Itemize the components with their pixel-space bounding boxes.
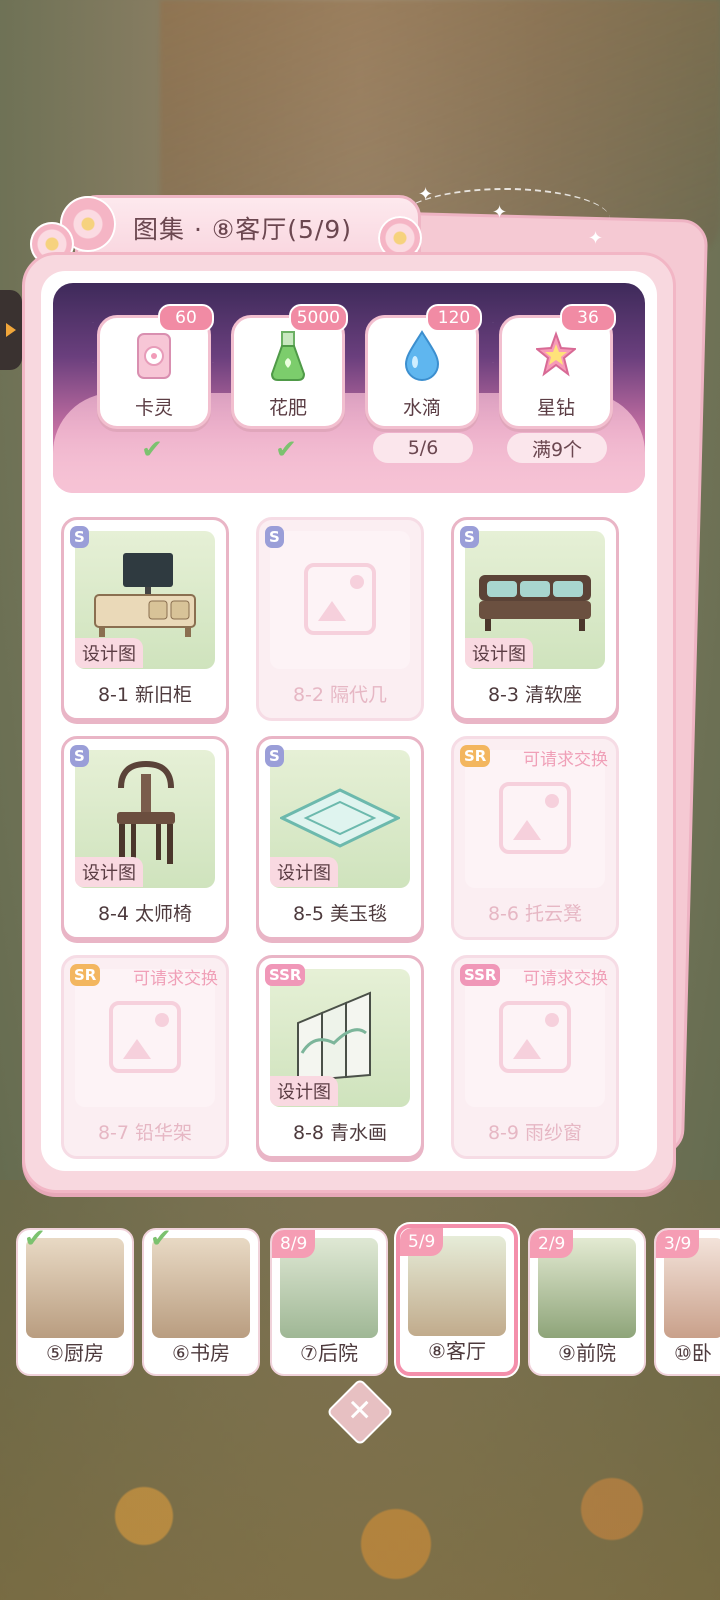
room-tab-front-yard[interactable]: 2/9 ⑨前院 (528, 1228, 646, 1376)
material-count: 5000 (288, 304, 348, 332)
material-label: 水滴 (402, 397, 441, 419)
material-label: 卡灵 (134, 397, 173, 419)
material-progress: 5/6 (373, 433, 473, 463)
blueprint-tag: 设计图 (75, 857, 143, 887)
blueprint-tag: 设计图 (270, 1076, 338, 1106)
room-name: ⑩卧 (674, 1341, 712, 1365)
item-card-8-7[interactable]: SR 可请求交换 8-7 铅华架 (61, 955, 229, 1159)
material-count: 120 (426, 304, 482, 332)
room-progress-badge: 5/9 (400, 1228, 444, 1256)
fertilizer-flask-icon (270, 331, 306, 381)
rug-icon (280, 788, 400, 848)
rarity-badge: S (265, 745, 284, 767)
rarity-badge: S (70, 745, 89, 767)
background-flowers (0, 1460, 720, 1600)
sparkle-star-icon: ✦ (588, 228, 604, 249)
item-name: 8-3 清软座 (487, 684, 583, 706)
check-icon: ✔ (24, 1224, 46, 1254)
material-count: 60 (158, 304, 214, 332)
room-tab-study[interactable]: ✔ ⑥书房 (142, 1224, 260, 1376)
room-name: ⑥书房 (172, 1341, 230, 1365)
item-name: 8-2 隔代几 (292, 684, 388, 706)
material-label: 星钻 (536, 397, 575, 419)
item-name: 8-9 雨纱窗 (487, 1122, 583, 1144)
rarity-badge: S (70, 526, 89, 548)
check-icon: ✔ (275, 435, 297, 465)
item-image (75, 969, 215, 1107)
sparkle-star-icon: ✦ (492, 202, 508, 223)
rarity-badge: SSR (265, 964, 306, 986)
tv-cabinet-icon (94, 553, 196, 637)
material-fertilizer[interactable]: 5000 花肥 (231, 304, 348, 429)
image-placeholder-icon (499, 1001, 571, 1073)
item-card-8-8[interactable]: SSR 设计图 8-8 青水画 (256, 955, 424, 1159)
item-name: 8-5 美玉毯 (292, 903, 388, 925)
room-tab-kitchen[interactable]: ✔ ⑤厨房 (16, 1224, 134, 1376)
exchange-request-link[interactable]: 可请求交换 (133, 964, 218, 989)
room-name: ⑧客厅 (428, 1339, 486, 1363)
room-name: ⑤厨房 (46, 1341, 104, 1365)
item-card-8-3[interactable]: S 设计图 8-3 清软座 (451, 517, 619, 721)
water-drop-icon (404, 330, 440, 381)
room-tab-bedroom[interactable]: 3/9 ⑩卧 (654, 1228, 720, 1376)
item-name: 8-8 青水画 (292, 1122, 388, 1144)
rarity-badge: S (460, 526, 479, 548)
item-card-8-1[interactable]: S 设计图 8-1 新旧柜 (61, 517, 229, 721)
room-tab-living-room[interactable]: 5/9 ⑧客厅 (396, 1224, 518, 1376)
item-image (465, 750, 605, 888)
blueprint-tag: 设计图 (270, 857, 338, 887)
rarity-badge: SSR (460, 964, 501, 986)
item-card-8-4[interactable]: S 设计图 8-4 太师椅 (61, 736, 229, 940)
item-image (270, 531, 410, 669)
armchair-icon (117, 760, 175, 864)
room-name: ⑦后院 (300, 1341, 358, 1365)
item-name: 8-7 铅华架 (97, 1122, 193, 1144)
blueprint-tag: 设计图 (75, 638, 143, 668)
material-label: 花肥 (268, 397, 307, 419)
materials-banner: 60 卡灵 5000 花肥 120 水滴 36 星钻 ✔ ✔ 5/6 满9个 (53, 283, 645, 493)
rarity-badge: SR (460, 745, 491, 767)
exchange-request-link[interactable]: 可请求交换 (523, 964, 608, 989)
panel-inner: 60 卡灵 5000 花肥 120 水滴 36 星钻 ✔ ✔ 5/6 满9个 S… (41, 271, 657, 1171)
room-progress-badge: 3/9 (656, 1230, 700, 1258)
item-image (465, 969, 605, 1107)
room-progress-badge: 2/9 (530, 1230, 574, 1258)
item-card-8-6[interactable]: SR 可请求交换 8-6 托云凳 (451, 736, 619, 940)
material-water-drop[interactable]: 120 水滴 (365, 304, 482, 429)
item-name: 8-4 太师椅 (97, 903, 193, 925)
room-tab-backyard[interactable]: 8/9 ⑦后院 (270, 1228, 388, 1376)
collection-panel: 60 卡灵 5000 花肥 120 水滴 36 星钻 ✔ ✔ 5/6 满9个 S… (22, 252, 676, 1193)
item-card-8-2[interactable]: S 8-2 隔代几 (256, 517, 424, 721)
blueprint-tag: 设计图 (465, 638, 533, 668)
card-spirit-icon (137, 333, 171, 379)
screen-painting-icon (297, 991, 371, 1083)
material-count: 36 (560, 304, 616, 332)
sparkle-star-icon: ✦ (418, 184, 434, 205)
material-star-diamond[interactable]: 36 星钻 (499, 304, 616, 429)
exchange-request-link[interactable]: 可请求交换 (523, 745, 608, 770)
check-icon: ✔ (141, 435, 163, 465)
side-expand-arrow-icon[interactable] (0, 290, 22, 370)
room-progress-badge: 8/9 (272, 1230, 316, 1258)
close-icon: ✕ (347, 1393, 373, 1429)
image-placeholder-icon (499, 782, 571, 854)
item-name: 8-6 托云凳 (487, 903, 583, 925)
material-card-spirit[interactable]: 60 卡灵 (97, 304, 214, 429)
item-name: 8-1 新旧柜 (97, 684, 193, 706)
image-placeholder-icon (304, 563, 376, 635)
sofa-icon (479, 575, 591, 631)
rarity-badge: SR (70, 964, 101, 986)
item-card-8-9[interactable]: SSR 可请求交换 8-9 雨纱窗 (451, 955, 619, 1159)
image-placeholder-icon (109, 1001, 181, 1073)
page-title: 图集 · ⑧客厅(5/9) (133, 215, 352, 244)
star-diamond-icon (536, 331, 576, 377)
room-name: ⑨前院 (558, 1341, 616, 1365)
material-requirement: 满9个 (507, 433, 607, 463)
check-icon: ✔ (150, 1224, 172, 1254)
rarity-badge: S (265, 526, 284, 548)
item-card-8-5[interactable]: S 设计图 8-5 美玉毯 (256, 736, 424, 940)
